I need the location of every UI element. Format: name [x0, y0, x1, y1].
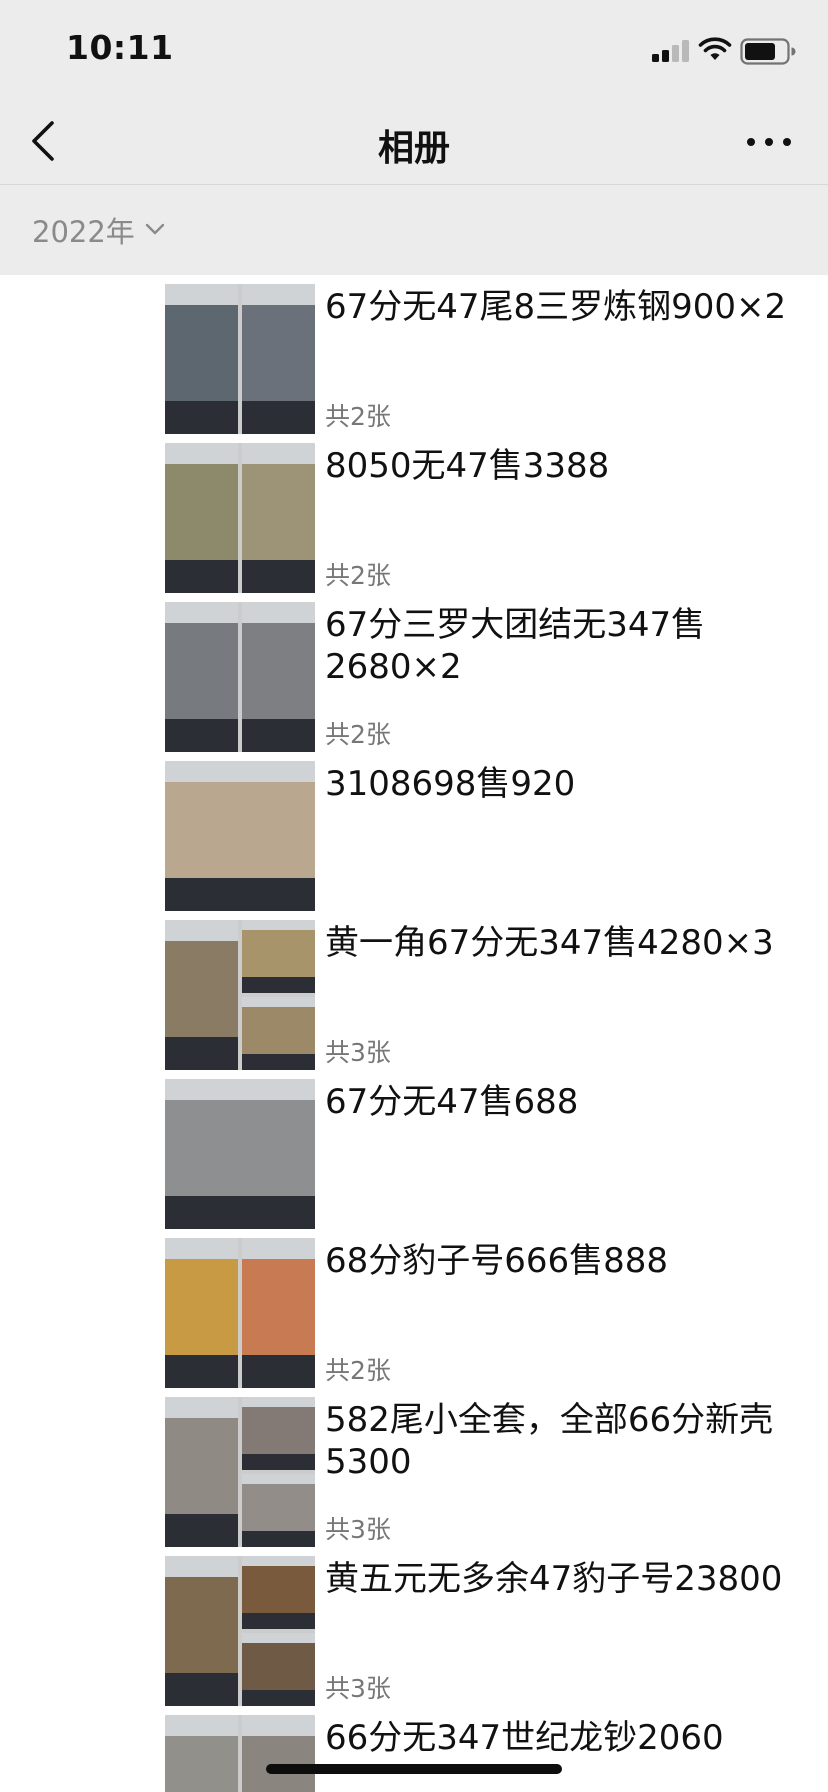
- banknote-photo: [165, 761, 315, 911]
- album-thumbnail[interactable]: [165, 920, 315, 1070]
- album-thumbnail[interactable]: [165, 1556, 315, 1706]
- battery-icon: [740, 38, 796, 65]
- album-thumbnail[interactable]: [165, 1715, 315, 1792]
- banknote-photo: [165, 920, 238, 1070]
- album-row[interactable]: 黄一角67分无347售4280×3 共3张: [165, 920, 785, 1075]
- banknote-photo: [242, 1238, 315, 1388]
- album-row[interactable]: 黄五元无多余47豹子号23800 共3张: [165, 1556, 785, 1711]
- album-count: 共2张: [325, 720, 391, 749]
- banknote-photo: [165, 602, 238, 752]
- album-row[interactable]: 67分三罗大团结无347售2680×2 共2张: [165, 602, 785, 757]
- banknote-photo: [242, 997, 315, 1070]
- album-title: 3108698售920: [325, 764, 576, 804]
- status-time: 10:11: [66, 28, 174, 67]
- album-count: 共3张: [325, 1674, 391, 1703]
- page-title: 相册: [377, 128, 450, 169]
- banknote-photo: [165, 1556, 238, 1706]
- album-title: 8050无47售3388: [325, 446, 610, 486]
- album-count: 共2张: [325, 402, 391, 431]
- album-title: 68分豹子号666售888: [325, 1241, 669, 1281]
- album-title: 67分无47售688: [325, 1082, 579, 1122]
- banknote-photo: [242, 1633, 315, 1706]
- album-title: 582尾小全套，全部66分新壳5300: [325, 1400, 774, 1482]
- album-title: 67分无47尾8三罗炼钢900×2: [325, 287, 787, 327]
- album-thumbnail[interactable]: [165, 761, 315, 911]
- year-filter[interactable]: 2022年: [0, 185, 828, 275]
- banknote-photo: [165, 284, 238, 434]
- banknote-photo: [242, 920, 315, 993]
- album-title: 黄一角67分无347售4280×3: [325, 923, 774, 963]
- banknote-photo: [242, 1474, 315, 1547]
- album-count: 共2张: [325, 1356, 391, 1385]
- album-thumbnail[interactable]: [165, 1397, 315, 1547]
- album-row[interactable]: 68分豹子号666售888 共2张: [165, 1238, 785, 1393]
- navigation-bar: 相册: [0, 100, 828, 184]
- banknote-photo: [165, 1238, 238, 1388]
- album-title: 黄五元无多余47豹子号23800: [325, 1559, 783, 1599]
- album-thumbnail[interactable]: [165, 443, 315, 593]
- wifi-icon: [698, 37, 732, 60]
- album-row[interactable]: 67分无47售688: [165, 1079, 785, 1234]
- banknote-photo: [165, 1397, 238, 1547]
- banknote-photo: [242, 443, 315, 593]
- banknote-photo: [242, 1397, 315, 1470]
- signal-icon: [652, 40, 690, 62]
- home-indicator: [266, 1764, 562, 1774]
- album-thumbnail[interactable]: [165, 1079, 315, 1229]
- album-row[interactable]: 582尾小全套，全部66分新壳5300 共3张: [165, 1397, 785, 1552]
- status-bar: 10:11: [0, 0, 828, 100]
- album-thumbnail[interactable]: [165, 1238, 315, 1388]
- album-row[interactable]: 8050无47售3388 共2张: [165, 443, 785, 598]
- banknote-photo: [165, 1079, 315, 1229]
- banknote-photo: [165, 1715, 238, 1792]
- banknote-photo: [242, 1556, 315, 1629]
- album-count: 共3张: [325, 1038, 391, 1067]
- album-count: 共2张: [325, 561, 391, 590]
- album-thumbnail[interactable]: [165, 602, 315, 752]
- more-icon[interactable]: [744, 130, 794, 154]
- banknote-photo: [165, 443, 238, 593]
- banknote-photo: [242, 602, 315, 752]
- album-list: 67分无47尾8三罗炼钢900×2 共2张 8050无47售3388 共2张 67分三罗…: [0, 275, 828, 1792]
- album-row[interactable]: 66分无347世纪龙钞2060: [165, 1715, 785, 1792]
- banknote-photo: [242, 284, 315, 434]
- album-row[interactable]: 3108698售920: [165, 761, 785, 916]
- album-title: 66分无347世纪龙钞2060: [325, 1718, 724, 1758]
- album-thumbnail[interactable]: [165, 284, 315, 434]
- chevron-down-icon[interactable]: [144, 221, 166, 237]
- year-label[interactable]: 2022年: [32, 209, 135, 251]
- album-row[interactable]: 67分无47尾8三罗炼钢900×2 共2张: [165, 284, 786, 439]
- album-count: 共3张: [325, 1515, 391, 1544]
- album-title: 67分三罗大团结无347售2680×2: [325, 605, 706, 687]
- banknote-photo: [242, 1715, 315, 1792]
